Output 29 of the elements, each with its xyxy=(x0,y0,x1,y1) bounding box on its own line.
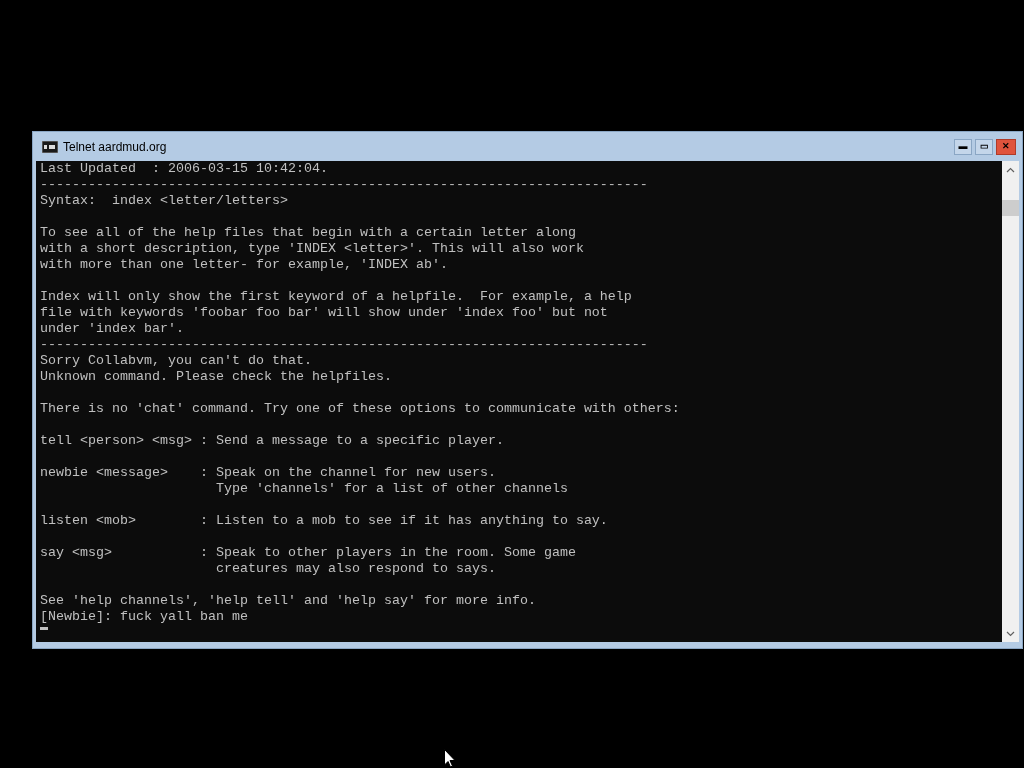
console-line: There is no 'chat' command. Try one of these options to communicate with others: xyxy=(40,401,680,416)
console-line: say <msg> : Speak to other players in the room. Some game xyxy=(40,545,576,560)
minimize-button[interactable]: ▬ xyxy=(954,138,972,155)
console-line: listen <mob> : Listen to a mob to see if it has anything to say. xyxy=(40,513,608,528)
window-title: Telnet aardmud.org xyxy=(63,138,167,156)
console-line: ---------------------------------------------------------------------------- xyxy=(40,337,648,352)
maximize-button[interactable]: ▭ xyxy=(975,138,993,155)
console-line: Sorry Collabvm, you can't do that. xyxy=(40,353,312,368)
console-line: newbie <message> : Speak on the channel for new users. xyxy=(40,465,496,480)
console-line: under 'index bar'. xyxy=(40,321,184,336)
console-line: with more than one letter- for example, 'INDEX ab'. xyxy=(40,257,448,272)
console-line: To see all of the help files that begin with a certain letter along xyxy=(40,225,576,240)
text-cursor xyxy=(40,627,48,630)
console-line: creatures may also respond to says. xyxy=(214,561,496,576)
console-line: Unknown command. Please check the helpfiles. xyxy=(40,369,392,384)
scroll-thumb[interactable] xyxy=(1002,200,1019,216)
console-line: Last Updated : 2006-03-15 10:42:04. xyxy=(40,161,328,176)
console-line: Index will only show the first keyword of a helpfile. For example, a help xyxy=(40,289,632,304)
close-button[interactable]: ✕ xyxy=(996,138,1016,155)
console-line: Type 'channels' for a list of other channels xyxy=(214,481,568,496)
console-line: Syntax: index <letter/letters> xyxy=(40,193,288,208)
console-line: [Newbie]: fuck yall ban me xyxy=(40,609,248,624)
console-line: See 'help channels', 'help tell' and 'help say' for more info. xyxy=(40,593,536,608)
console-line: ---------------------------------------------------------------------------- xyxy=(40,177,648,192)
console-line: with a short description, type 'INDEX <letter>'. This will also work xyxy=(40,241,584,256)
console-line: tell <person> <msg> : Send a message to a specific player. xyxy=(40,433,504,448)
scrollbar[interactable] xyxy=(1002,161,1019,642)
console-icon xyxy=(42,140,58,153)
console-line: file with keywords 'foobar foo bar' will show under 'index foo' but not xyxy=(40,305,608,320)
